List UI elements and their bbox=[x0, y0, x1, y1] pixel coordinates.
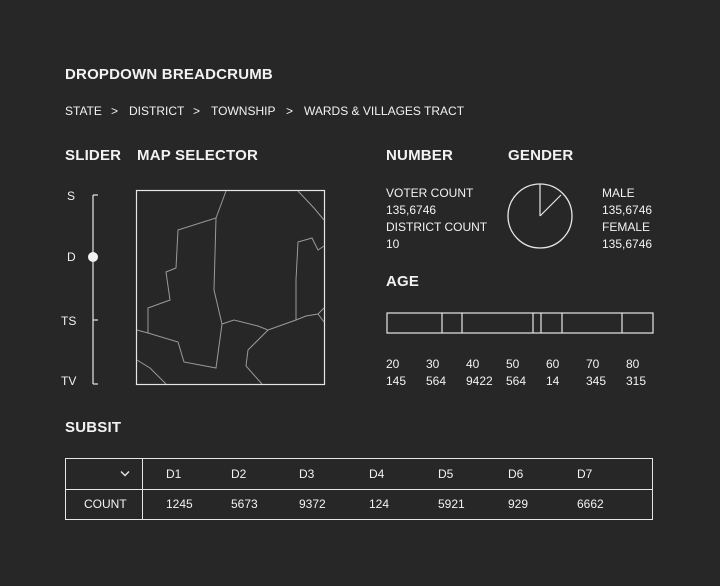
district-count-label: DISTRICT COUNT bbox=[386, 220, 488, 234]
map-selector-heading: MAP SELECTOR bbox=[137, 147, 259, 164]
age-count-value: 564 bbox=[426, 374, 447, 388]
slider-level-tv[interactable]: TV bbox=[61, 374, 76, 388]
column-header: D6 bbox=[508, 467, 524, 481]
chevron-down-icon[interactable] bbox=[120, 470, 130, 478]
count-cell: 5921 bbox=[438, 497, 465, 511]
column-header: D1 bbox=[166, 467, 182, 481]
age-count-value: 315 bbox=[626, 374, 647, 388]
count-cell: 124 bbox=[369, 497, 390, 511]
voter-count-label: VOTER COUNT bbox=[386, 186, 474, 200]
age-group-label: 80 bbox=[626, 357, 640, 371]
age-group-label: 50 bbox=[506, 357, 520, 371]
column-header: D7 bbox=[577, 467, 593, 481]
age-distribution-bar[interactable] bbox=[386, 312, 656, 336]
map-selector[interactable] bbox=[135, 189, 326, 386]
subsit-heading: SUBSIT bbox=[65, 419, 122, 436]
female-value: 135,6746 bbox=[602, 237, 653, 251]
map-region-boundaries[interactable] bbox=[136, 190, 325, 385]
breadcrumb-item-township[interactable]: TOWNSHIP bbox=[211, 104, 275, 118]
count-cell: 5673 bbox=[231, 497, 258, 511]
female-label: FEMALE bbox=[602, 220, 651, 234]
age-group-label: 70 bbox=[586, 357, 600, 371]
breadcrumb-separator: > bbox=[193, 104, 201, 118]
slider-level-d[interactable]: D bbox=[67, 250, 76, 264]
slider-level-ts[interactable]: TS bbox=[61, 314, 76, 328]
breadcrumb-separator: > bbox=[286, 104, 294, 118]
row-label-count: COUNT bbox=[84, 497, 127, 511]
breadcrumb-item-state[interactable]: STATE bbox=[65, 104, 102, 118]
slider-heading: SLIDER bbox=[65, 147, 122, 164]
gender-pie-chart bbox=[507, 183, 573, 249]
age-count-value: 145 bbox=[386, 374, 407, 388]
breadcrumb-separator: > bbox=[111, 104, 119, 118]
subsit-table: COUNT D1 D2 D3 D4 D5 D6 D7 1245 5673 937… bbox=[65, 458, 653, 520]
column-header: D5 bbox=[438, 467, 454, 481]
gender-heading: GENDER bbox=[508, 147, 574, 164]
male-label: MALE bbox=[602, 186, 635, 200]
age-count-value: 564 bbox=[506, 374, 527, 388]
breadcrumb-item-wards-villages-tract[interactable]: WARDS & VILLAGES TRACT bbox=[304, 104, 464, 118]
page-title: DROPDOWN BREADCRUMB bbox=[65, 66, 273, 83]
district-count-value: 10 bbox=[386, 237, 400, 251]
column-header: D2 bbox=[231, 467, 247, 481]
age-group-label: 60 bbox=[546, 357, 560, 371]
column-header: D3 bbox=[299, 467, 315, 481]
slider-handle[interactable] bbox=[88, 252, 98, 262]
age-group-label: 20 bbox=[386, 357, 400, 371]
count-cell: 929 bbox=[508, 497, 529, 511]
slider-level-s[interactable]: S bbox=[67, 189, 75, 203]
breadcrumb-item-district[interactable]: DISTRICT bbox=[129, 104, 184, 118]
column-header: D4 bbox=[369, 467, 385, 481]
age-count-value: 9422 bbox=[466, 374, 493, 388]
slider-track[interactable] bbox=[86, 194, 102, 386]
male-value: 135,6746 bbox=[602, 203, 653, 217]
count-cell: 9372 bbox=[299, 497, 326, 511]
age-heading: AGE bbox=[386, 273, 420, 290]
age-group-label: 30 bbox=[426, 357, 440, 371]
count-cell: 1245 bbox=[166, 497, 193, 511]
age-group-label: 40 bbox=[466, 357, 480, 371]
age-count-value: 345 bbox=[586, 374, 607, 388]
count-cell: 6662 bbox=[577, 497, 604, 511]
voter-count-value: 135,6746 bbox=[386, 203, 437, 217]
age-count-value: 14 bbox=[546, 374, 560, 388]
number-heading: NUMBER bbox=[386, 147, 454, 164]
